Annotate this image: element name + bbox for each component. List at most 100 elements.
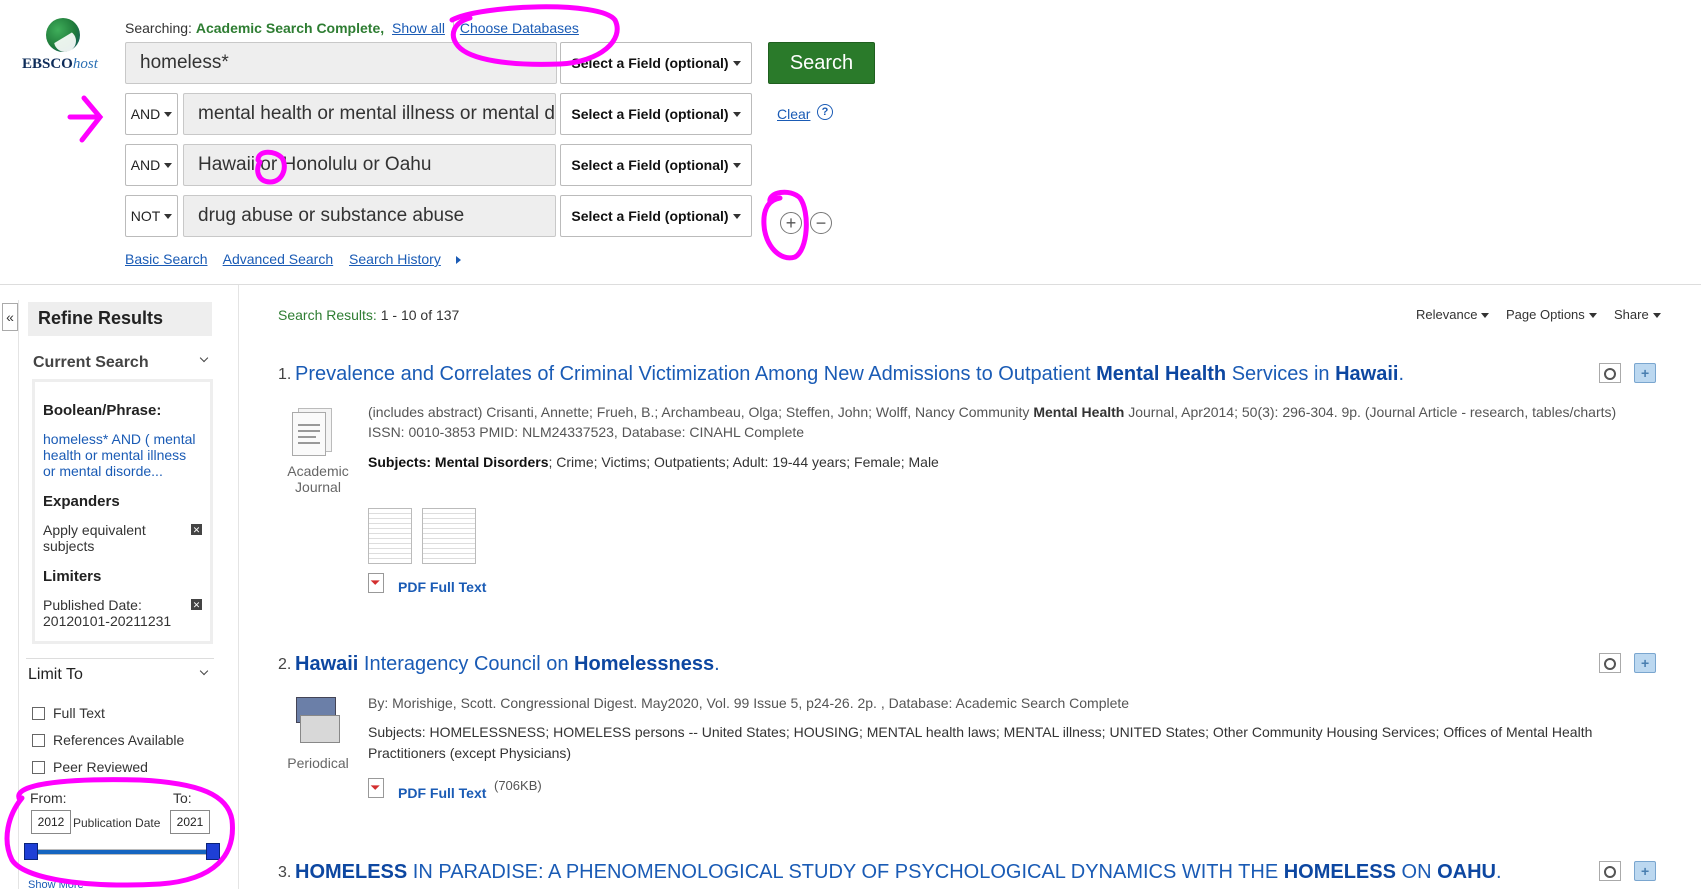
date-slider-end-handle[interactable] bbox=[206, 843, 220, 860]
ebsco-logo[interactable]: EBSCOhost bbox=[22, 18, 112, 76]
chevron-down-icon[interactable] bbox=[199, 666, 209, 676]
subject-highlight: Mental Disorders bbox=[434, 454, 549, 470]
sidebar-divider bbox=[238, 285, 239, 889]
share-dropdown[interactable]: Share bbox=[1614, 307, 1661, 322]
to-year-input[interactable]: 2021 bbox=[170, 810, 210, 834]
result-metadata: (includes abstract) Crisanti, Annette; F… bbox=[368, 402, 1668, 442]
search-term-input-2[interactable]: mental health or mental illness or menta… bbox=[183, 93, 556, 135]
academic-journal-icon bbox=[288, 408, 334, 456]
pdf-full-text-link[interactable]: PDF Full Text bbox=[398, 785, 486, 801]
pdf-full-text-link[interactable]: PDF Full Text bbox=[398, 579, 486, 595]
limit-peer-reviewed[interactable]: Peer Reviewed bbox=[32, 759, 148, 775]
publication-date-label: Publication Date bbox=[73, 816, 161, 830]
publication-type-label: Academic Journal bbox=[280, 463, 356, 495]
add-to-folder-icon[interactable] bbox=[1634, 363, 1656, 383]
boolean-operator-select-3[interactable]: AND bbox=[125, 144, 178, 186]
add-to-folder-icon[interactable] bbox=[1634, 861, 1656, 881]
search-button[interactable]: Search bbox=[768, 42, 875, 84]
preview-icon[interactable] bbox=[1599, 363, 1621, 383]
title-part: . bbox=[1495, 861, 1502, 883]
refine-results-heading: Refine Results bbox=[28, 302, 212, 336]
preview-icon[interactable] bbox=[1599, 861, 1621, 881]
ebsco-globe-icon bbox=[46, 18, 80, 52]
operator-label: NOT bbox=[130, 208, 161, 224]
search-history-link[interactable]: Search History bbox=[349, 251, 441, 267]
title-highlight: HOMELESS bbox=[295, 861, 408, 883]
limit-divider bbox=[26, 658, 214, 659]
subjects-label: Subjects: bbox=[368, 454, 432, 470]
caret-down-icon bbox=[732, 111, 741, 117]
boolean-heading: Boolean/Phrase: bbox=[43, 402, 162, 419]
result-subjects: Subjects: HOMELESSNESS; HOMELESS persons… bbox=[368, 722, 1668, 764]
boolean-phrase-link[interactable]: homeless* AND ( mental health or mental … bbox=[43, 431, 202, 479]
basic-search-link[interactable]: Basic Search bbox=[125, 251, 207, 267]
remove-limiter-icon[interactable]: ✕ bbox=[191, 599, 202, 610]
search-term-input-4[interactable]: drug abuse or substance abuse bbox=[183, 195, 556, 237]
subjects-text: Practitioners (except Physicians) bbox=[368, 745, 572, 761]
search-term-input-3[interactable]: Hawaii or Honolulu or Oahu bbox=[183, 144, 556, 186]
pdf-icon: ⏷ bbox=[368, 573, 386, 593]
results-count: Search Results: 1 - 10 of 137 bbox=[278, 307, 459, 323]
searching-line: Searching: Academic Search Complete, Sho… bbox=[125, 20, 579, 36]
show-more-link[interactable]: Show More bbox=[28, 879, 84, 889]
help-icon[interactable]: ? bbox=[817, 104, 833, 120]
result-title-link[interactable]: HOMELESS IN PARADISE: A PHENOMENOLOGICAL… bbox=[295, 861, 1502, 884]
result-title-link[interactable]: Prevalence and Correlates of Criminal Vi… bbox=[295, 363, 1404, 386]
add-to-folder-icon[interactable] bbox=[1634, 653, 1656, 673]
add-row-icon[interactable]: + bbox=[780, 212, 802, 234]
page-thumbnail[interactable] bbox=[368, 508, 412, 564]
limit-references-available[interactable]: References Available bbox=[32, 732, 184, 748]
title-highlight: HOMELESS bbox=[1283, 861, 1396, 883]
title-part: . bbox=[714, 653, 720, 675]
show-all-link[interactable]: Show all bbox=[392, 20, 445, 36]
result-title-link[interactable]: Hawaii Interagency Council on Homelessne… bbox=[295, 653, 720, 676]
page-thumbnail[interactable] bbox=[422, 508, 476, 564]
checkbox-label: Peer Reviewed bbox=[53, 759, 148, 775]
left-edge-divider bbox=[18, 300, 19, 889]
checkbox-label: Full Text bbox=[53, 705, 105, 721]
remove-row-icon[interactable]: − bbox=[810, 212, 832, 234]
current-search-heading[interactable]: Current Search bbox=[33, 354, 149, 372]
field-select-4[interactable]: Select a Field (optional) bbox=[560, 195, 752, 237]
chevron-down-icon[interactable] bbox=[199, 353, 209, 363]
search-term-input-1[interactable]: homeless* bbox=[125, 42, 557, 84]
choose-databases-link[interactable]: Choose Databases bbox=[452, 20, 579, 36]
triangle-right-icon bbox=[455, 256, 461, 265]
checkbox-label: References Available bbox=[53, 732, 185, 748]
advanced-search-link[interactable]: Advanced Search bbox=[223, 251, 334, 267]
clear-link[interactable]: Clear bbox=[777, 106, 810, 122]
share-label: Share bbox=[1614, 307, 1649, 322]
pdf-icon: ⏷ bbox=[368, 778, 386, 798]
page-options-dropdown[interactable]: Page Options bbox=[1506, 307, 1597, 322]
title-part: . bbox=[1398, 363, 1405, 385]
checkbox[interactable] bbox=[32, 760, 45, 774]
collapse-sidebar-button[interactable]: « bbox=[2, 303, 18, 331]
field-select-2[interactable]: Select a Field (optional) bbox=[560, 93, 752, 135]
meta-text: Journal, Apr2014; 50(3): 296-304. 9p. (J… bbox=[1124, 404, 1617, 420]
subjects-text: ; Crime; Victims; Outpatients; Adult: 19… bbox=[548, 454, 939, 470]
title-highlight: OAHU bbox=[1437, 861, 1496, 883]
pdf-size: (706KB) bbox=[494, 778, 542, 793]
date-slider-start-handle[interactable] bbox=[24, 843, 38, 860]
limit-to-heading[interactable]: Limit To bbox=[28, 666, 83, 684]
field-select-3[interactable]: Select a Field (optional) bbox=[560, 144, 752, 186]
field-select-1[interactable]: Select a Field (optional) bbox=[560, 42, 752, 84]
from-year-input[interactable]: 2012 bbox=[31, 810, 71, 834]
expander-label: Apply equivalent subjects bbox=[43, 522, 146, 554]
page-options-label: Page Options bbox=[1506, 307, 1585, 322]
caret-down-icon bbox=[732, 213, 741, 219]
boolean-operator-select-2[interactable]: AND bbox=[125, 93, 178, 135]
meta-highlight: Mental Health bbox=[1033, 404, 1125, 420]
boolean-operator-select-4[interactable]: NOT bbox=[125, 195, 178, 237]
limit-full-text[interactable]: Full Text bbox=[32, 705, 105, 721]
meta-text: ISSN: 0010-3853 PMID: NLM24337523, Datab… bbox=[368, 424, 805, 440]
preview-icon[interactable] bbox=[1599, 653, 1621, 673]
searching-label: Searching: bbox=[125, 20, 192, 36]
limiter-label: Published Date: 20120101-20211231 bbox=[43, 597, 172, 629]
checkbox[interactable] bbox=[32, 706, 45, 720]
checkbox[interactable] bbox=[32, 733, 45, 747]
relevance-dropdown[interactable]: Relevance bbox=[1416, 307, 1490, 322]
result-subjects: Subjects: Mental Disorders; Crime; Victi… bbox=[368, 452, 939, 473]
remove-expander-icon[interactable]: ✕ bbox=[191, 524, 202, 535]
result-number: 2. bbox=[278, 656, 292, 673]
